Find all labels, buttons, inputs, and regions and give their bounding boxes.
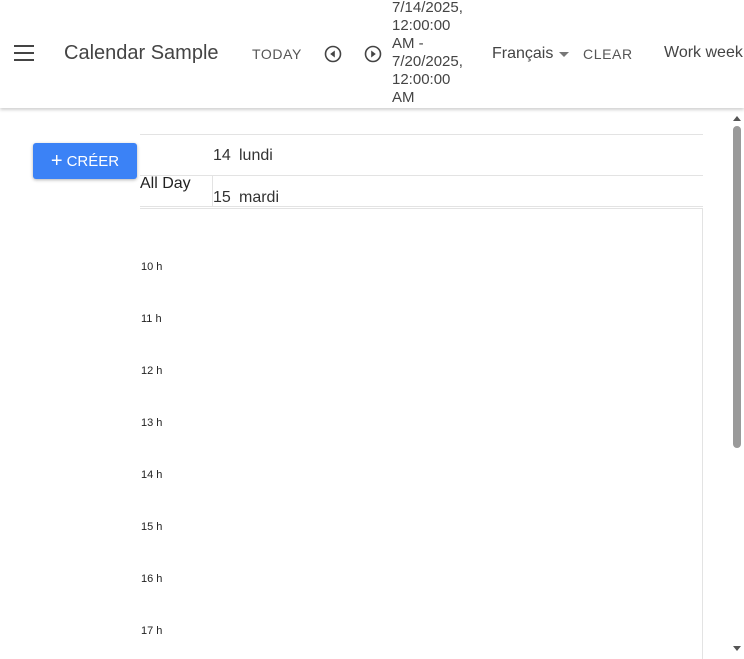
- hour-label: 15 h: [141, 521, 163, 533]
- hour-label: 14 h: [141, 469, 163, 481]
- scrollbar-thumb[interactable]: [733, 126, 741, 448]
- day-name: lundi: [239, 147, 273, 164]
- date-range-line: 7/14/2025,: [392, 0, 463, 16]
- hour-label: 13 h: [141, 417, 163, 429]
- scroll-down-arrow-icon[interactable]: [733, 646, 741, 651]
- hour-label: 17 h: [141, 625, 163, 637]
- time-grid[interactable]: [140, 208, 703, 659]
- day-number: 15: [213, 189, 231, 206]
- scroll-up-arrow-icon[interactable]: [733, 116, 741, 121]
- today-button[interactable]: TODAY: [252, 46, 302, 62]
- header-divider: [140, 206, 703, 207]
- arrow-left-circle-icon[interactable]: [324, 45, 342, 63]
- view-selector[interactable]: Work week: [664, 44, 743, 62]
- date-range-line: 7/20/2025,: [392, 53, 463, 70]
- date-range-line: 12:00:00: [392, 17, 451, 34]
- language-select[interactable]: Français: [492, 45, 553, 63]
- date-range-line: AM: [392, 89, 415, 106]
- hamburger-menu-icon[interactable]: [14, 45, 34, 61]
- hour-label: 12 h: [141, 365, 163, 377]
- app-title: Calendar Sample: [64, 42, 219, 64]
- dropdown-caret-icon[interactable]: [559, 52, 569, 57]
- day-header-tuesday[interactable]: 15 mardi: [213, 189, 279, 207]
- date-range: 7/14/2025, 12:00:00 AM - 7/20/2025, 12:0…: [392, 0, 472, 107]
- create-button[interactable]: + CRÉER: [33, 143, 137, 179]
- day-number: 14: [213, 147, 231, 164]
- all-day-label: All Day: [140, 175, 191, 192]
- arrow-right-circle-icon[interactable]: [364, 45, 382, 63]
- header-divider: [140, 134, 703, 135]
- date-range-line: AM -: [392, 35, 424, 52]
- top-app-bar: Calendar Sample TODAY 7/14/2025, 12:00:0…: [0, 0, 744, 108]
- date-range-line: 12:00:00: [392, 71, 451, 88]
- hour-label: 11 h: [141, 313, 162, 325]
- vertical-scrollbar[interactable]: [730, 112, 744, 658]
- day-header-monday[interactable]: 14 lundi: [213, 147, 273, 165]
- create-button-label: CRÉER: [66, 152, 120, 170]
- clear-button[interactable]: CLEAR: [583, 46, 633, 62]
- plus-icon: +: [50, 150, 63, 172]
- day-name: mardi: [239, 189, 280, 206]
- header-divider: [140, 175, 703, 176]
- hour-label: 10 h: [141, 261, 163, 273]
- hour-label: 16 h: [141, 573, 163, 585]
